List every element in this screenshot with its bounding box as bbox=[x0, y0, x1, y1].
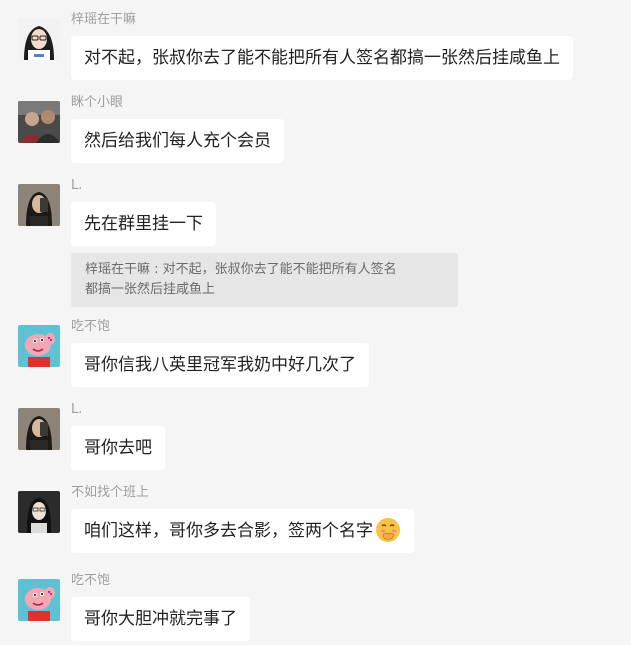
avatar-mirror-selfie-icon[interactable] bbox=[18, 184, 60, 226]
avatar-peppa-pig-icon[interactable] bbox=[18, 325, 60, 367]
message-bubble[interactable]: 哥你信我八英里冠军我奶中好几次了 bbox=[71, 343, 369, 387]
sender-name: 吃不饱 bbox=[71, 573, 111, 588]
face-with-hand-over-mouth-emoji bbox=[375, 516, 401, 542]
avatar-girl-glasses-icon[interactable] bbox=[18, 18, 60, 60]
sender-name: 吃不饱 bbox=[71, 319, 111, 334]
quoted-message[interactable]: 梓瑶在干嘛 : 对不起，张叔你去了能不能把所有人签名 都搞一张然后挂咸鱼上 bbox=[71, 253, 458, 307]
message-text: 咱们这样，哥你多去合影，签两个名字 bbox=[84, 521, 373, 541]
message-bubble[interactable]: 对不起，张叔你去了能不能把所有人签名都搞一张然后挂咸鱼上 bbox=[71, 36, 573, 80]
message-bubble[interactable]: 哥你大胆冲就完事了 bbox=[71, 597, 250, 641]
sender-name: L. bbox=[71, 178, 83, 193]
sender-name: L. bbox=[71, 402, 83, 417]
quote-line-1: 梓瑶在干嘛 : 对不起，张叔你去了能不能把所有人签名 bbox=[85, 262, 397, 277]
message-bubble[interactable]: 哥你去吧 bbox=[71, 426, 165, 470]
sender-name: 不如找个班上 bbox=[71, 485, 150, 500]
sender-name: 眯个小眼 bbox=[71, 95, 124, 110]
message-bubble[interactable]: 咱们这样，哥你多去合影，签两个名字 bbox=[71, 509, 414, 553]
avatar-people-photo-icon[interactable] bbox=[18, 101, 60, 143]
avatar-mirror-selfie-icon[interactable] bbox=[18, 408, 60, 450]
quote-line-2: 都搞一张然后挂咸鱼上 bbox=[85, 282, 216, 297]
message-bubble[interactable]: 然后给我们每人充个会员 bbox=[71, 119, 284, 163]
sender-name: 梓瑶在干嘛 bbox=[71, 12, 137, 27]
avatar-girl-selfie-icon[interactable] bbox=[18, 491, 60, 533]
message-bubble[interactable]: 先在群里挂一下 bbox=[71, 202, 216, 246]
avatar-peppa-pig-icon[interactable] bbox=[18, 579, 60, 621]
